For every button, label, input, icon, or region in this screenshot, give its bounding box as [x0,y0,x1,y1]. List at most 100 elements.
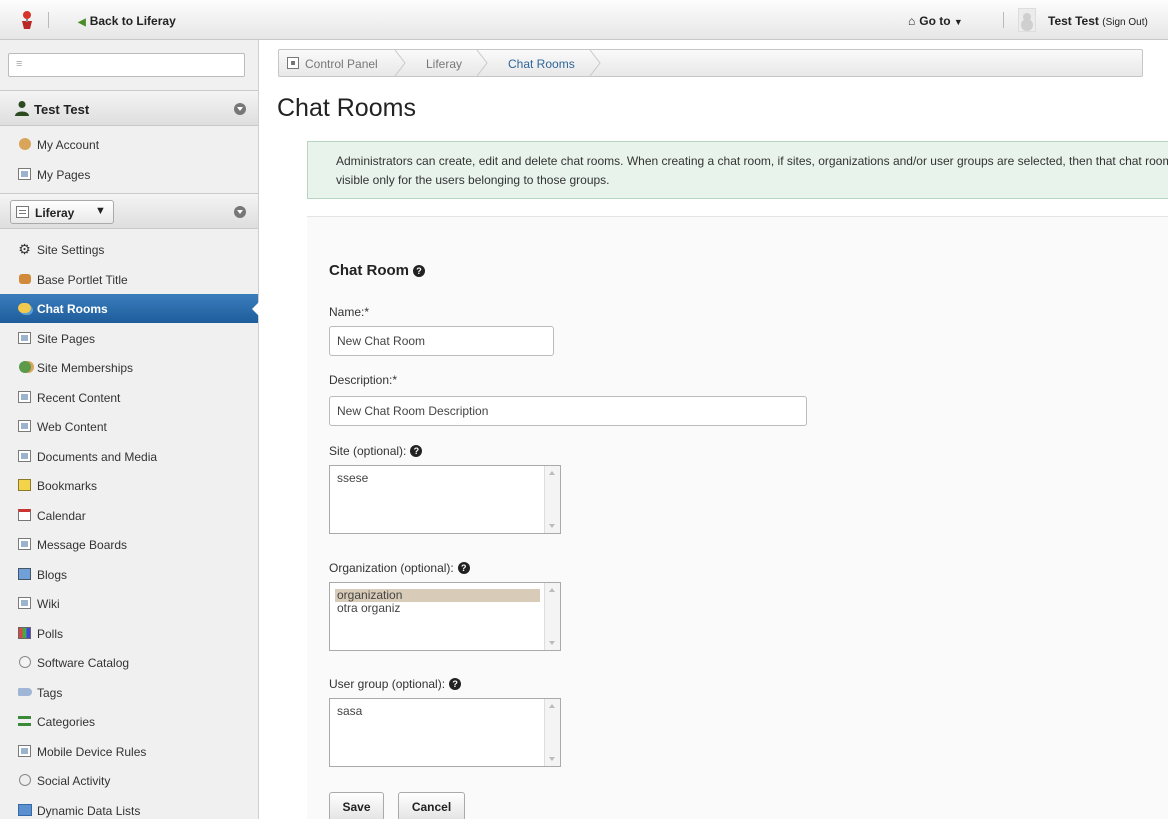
avatar [1018,8,1036,32]
breadcrumb-liferay[interactable]: Liferay [426,57,462,71]
site-option[interactable]: ssese [335,472,540,485]
sidebar-item-my-pages[interactable]: My Pages [0,160,258,189]
sidebar-search-input[interactable]: ≡ [8,53,245,77]
sidebar-item-label: My Account [37,138,100,152]
site-panel-header: Liferay ▼ [0,193,258,229]
sidebar-item-site-settings[interactable]: ⚙ Site Settings [0,235,258,264]
sidebar: ≡ Test Test My Account My Pages Liferay ▼… [0,40,259,819]
help-icon[interactable]: ? [410,445,423,457]
sidebar-item-bookmarks[interactable]: Bookmarks [0,471,258,500]
scroll-up-icon[interactable] [549,588,555,592]
sidebar-item-categories[interactable]: Categories [0,707,258,736]
help-icon[interactable]: ? [449,678,462,690]
sidebar-item-label: Tags [37,685,63,700]
organization-option[interactable]: otra organiz [335,602,540,615]
sidebar-item-label: Recent Content [37,390,121,405]
sidebar-item-base-portlet-title[interactable]: Base Portlet Title [0,265,258,294]
back-to-liferay-link[interactable]: ◀ Back to Liferay [78,14,176,28]
page-title: Chat Rooms [277,94,416,122]
dockbar: ◀ Back to Liferay ⌂ Go to ▼ Test Test (Sig… [0,0,1168,40]
sidebar-item-mobile-device-rules[interactable]: Mobile Device Rules [0,737,258,766]
documents-icon [17,449,32,463]
sidebar-item-wiki[interactable]: Wiki [0,589,258,618]
sidebar-item-label: Mobile Device Rules [37,744,147,759]
section-title-text: Chat Room [329,262,409,279]
breadcrumb-chat-rooms[interactable]: Chat Rooms [508,57,575,71]
sidebar-item-software-catalog[interactable]: Software Catalog [0,648,258,677]
save-button[interactable]: Save [329,792,384,819]
sidebar-item-site-pages[interactable]: Site Pages [0,324,258,353]
user-icon [15,101,29,116]
sidebar-item-blogs[interactable]: Blogs [0,560,258,589]
scroll-down-icon[interactable] [549,524,555,528]
sidebar-item-label: Categories [37,715,96,729]
scroll-up-icon[interactable] [549,704,555,708]
user-group-label: User group (optional):? [329,677,462,691]
liferay-logo-icon[interactable] [20,10,34,30]
control-panel-icon [287,57,299,69]
site-icon [16,206,29,218]
sidebar-item-label: My Pages [37,167,91,182]
sidebar-item-site-memberships[interactable]: Site Memberships [0,353,258,382]
scrollbar[interactable] [544,699,560,766]
organization-label: Organization (optional):? [329,561,470,575]
scrollbar[interactable] [544,466,560,533]
back-label: Back to Liferay [89,14,176,28]
sidebar-item-label: Message Boards [37,538,128,552]
organization-listbox[interactable]: organization otra organiz [329,582,561,651]
software-catalog-icon [17,655,32,669]
user-panel-title: Test Test [34,102,90,117]
name-label: Name:* [329,305,370,319]
sidebar-item-label: Web Content [37,420,107,434]
sign-out-link[interactable]: (Sign Out) [1102,17,1148,28]
social-activity-icon [17,773,32,787]
sidebar-item-social-activity[interactable]: Social Activity [0,766,258,795]
section-title: Chat Room? [329,262,425,279]
calendar-icon [17,508,32,522]
sidebar-item-label: Social Activity [37,774,111,788]
my-pages-icon [17,167,32,181]
user-group-listbox[interactable]: sasa [329,698,561,767]
scrollbar[interactable] [544,583,560,650]
site-selector[interactable]: Liferay ▼ [10,200,114,224]
sidebar-item-web-content[interactable]: Web Content [0,412,258,441]
description-label: Description:* [329,373,398,387]
user-group-option[interactable]: sasa [335,705,540,718]
cancel-button[interactable]: Cancel [398,792,465,819]
site-pages-icon [17,331,32,345]
sidebar-item-label: Bookmarks [37,479,98,493]
user-panel-header[interactable]: Test Test [0,90,258,126]
help-icon[interactable]: ? [457,562,470,574]
my-account-icon [17,137,32,151]
sidebar-item-my-account[interactable]: My Account [0,130,258,159]
sidebar-item-label: Dynamic Data Lists [37,803,141,818]
categories-icon [17,714,32,728]
user-group-label-text: User group (optional): [329,677,446,691]
sidebar-item-documents-and-media[interactable]: Documents and Media [0,442,258,471]
breadcrumb-separator [589,50,601,76]
breadcrumb-separator [394,50,406,76]
name-field[interactable] [329,326,554,356]
scroll-up-icon[interactable] [549,471,555,475]
sidebar-item-tags[interactable]: Tags [0,678,258,707]
scroll-down-icon[interactable] [549,641,555,645]
sidebar-item-polls[interactable]: Polls [0,619,258,648]
site-label-text: Site (optional): [329,444,407,458]
bookmarks-icon [17,478,32,492]
sidebar-item-label: Polls [37,626,64,641]
collapse-icon[interactable] [234,206,246,218]
sidebar-item-recent-content[interactable]: Recent Content [0,383,258,412]
go-to-menu[interactable]: ⌂ Go to ▼ [908,14,963,28]
description-field[interactable] [329,396,807,426]
sidebar-item-calendar[interactable]: Calendar [0,501,258,530]
sidebar-item-dynamic-data-lists[interactable]: Dynamic Data Lists [0,796,258,819]
scroll-down-icon[interactable] [549,757,555,761]
sidebar-item-label: Wiki [37,597,60,611]
sidebar-item-message-boards[interactable]: Message Boards [0,530,258,559]
collapse-icon[interactable] [234,103,246,115]
breadcrumb-control-panel[interactable]: Control Panel [305,57,378,71]
help-icon[interactable]: ? [413,265,425,277]
site-listbox[interactable]: ssese [329,465,561,534]
sidebar-item-chat-rooms[interactable]: Chat Rooms [0,294,259,323]
breadcrumb-separator [476,50,488,76]
